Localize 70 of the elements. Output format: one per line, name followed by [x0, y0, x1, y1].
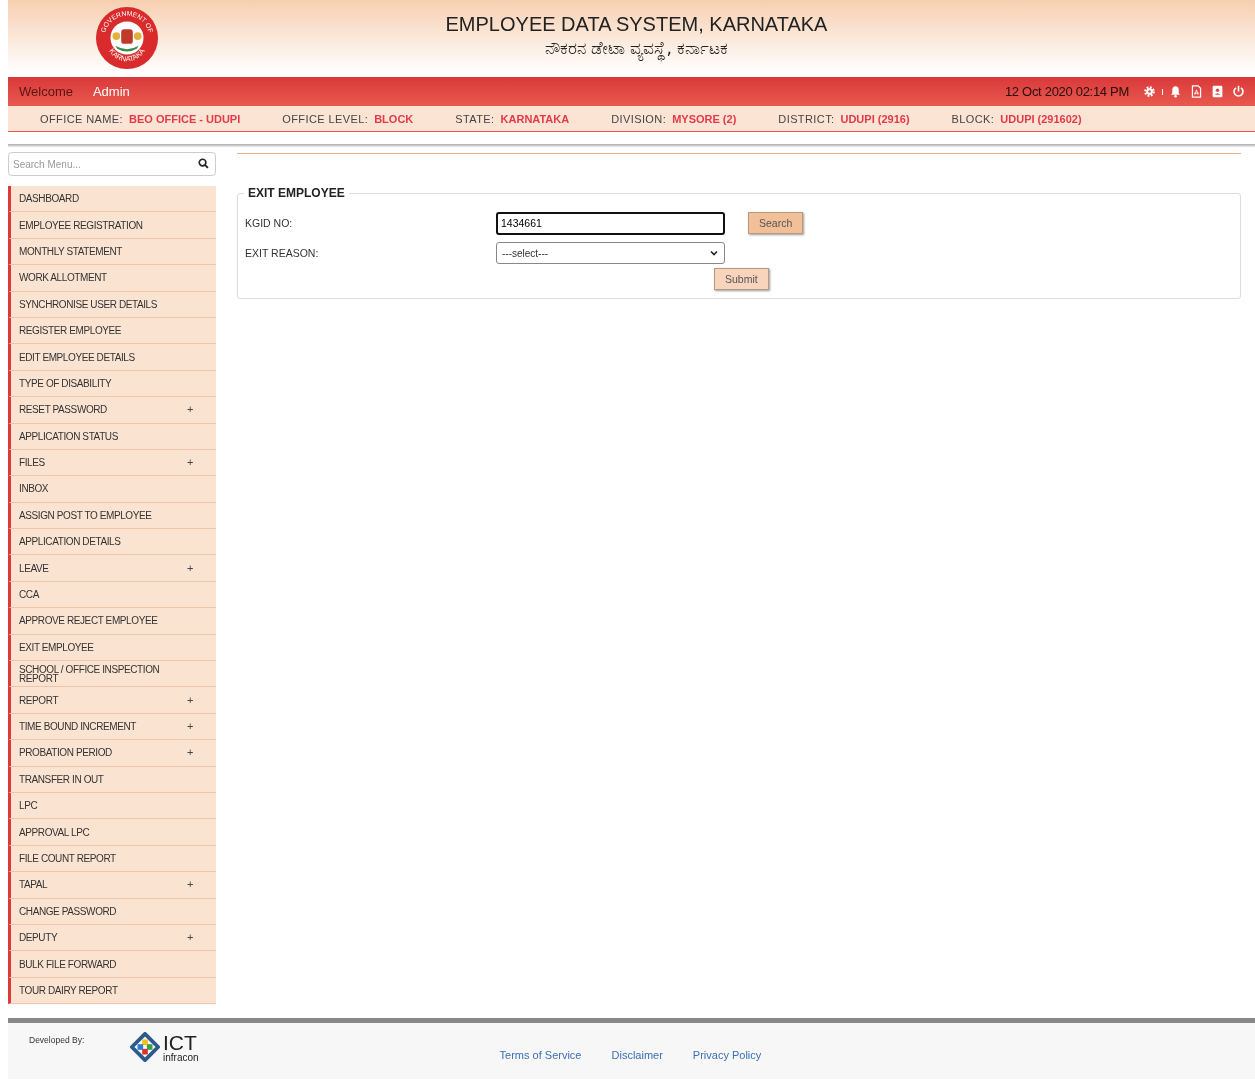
info-value: BLOCK: [374, 112, 414, 125]
menu-item[interactable]: SYNCHRONISE USER DETAILS: [8, 291, 216, 318]
menu-item[interactable]: RESET PASSWORD +: [8, 397, 216, 424]
company-subname: infracon: [163, 1052, 199, 1063]
submit-button[interactable]: Submit: [714, 268, 769, 290]
developed-by-text: Developed By:: [29, 1035, 86, 1047]
field-label: KGID NO:: [245, 217, 294, 229]
menu-item[interactable]: APPLICATION DETAILS: [8, 529, 216, 556]
menu-item[interactable]: INBOX: [8, 476, 216, 503]
footer-link[interactable]: Disclaimer: [611, 1049, 663, 1079]
info-label: OFFICE LEVEL:: [282, 112, 369, 125]
pdf-icon[interactable]: [1190, 85, 1203, 98]
footer-link[interactable]: Terms of Service: [499, 1049, 582, 1079]
menu-item[interactable]: FILES +: [8, 449, 216, 477]
site-title: EMPLOYEE DATA SYSTEM, KARNATAKA: [445, 12, 828, 36]
menu-item[interactable]: TYPE OF DISABILITY: [8, 370, 216, 398]
menu-item[interactable]: REPORT +: [8, 687, 216, 714]
contact-card-icon[interactable]: [1211, 85, 1224, 98]
menu-item[interactable]: LEAVE +: [8, 555, 216, 582]
menu-item[interactable]: REGISTER EMPLOYEE: [8, 317, 216, 345]
menu-item[interactable]: SCHOOL / OFFICE INSPECTION REPORT: [8, 661, 216, 688]
search-button[interactable]: Search: [748, 212, 804, 234]
menu-item[interactable]: DASHBOARD: [8, 186, 216, 213]
menu-item[interactable]: BULK FILE FORWARD: [8, 951, 216, 978]
info-label: STATE:: [455, 112, 495, 125]
menu-item[interactable]: TRANSFER IN OUT: [8, 766, 216, 793]
menu-item[interactable]: EDIT EMPLOYEE DETAILS: [8, 344, 216, 371]
field-label: EXIT REASON:: [245, 247, 320, 259]
settings-icon[interactable]: [1143, 85, 1156, 98]
menu-item[interactable]: TAPAL +: [8, 872, 216, 899]
menu-item[interactable]: TIME BOUND INCREMENT +: [8, 713, 216, 741]
menu-item[interactable]: FILE COUNT REPORT: [8, 845, 216, 873]
menu-item[interactable]: APPROVE REJECT EMPLOYEE: [8, 608, 216, 635]
info-label: DIVISION:: [611, 112, 667, 125]
menu-item[interactable]: CHANGE PASSWORD: [8, 898, 216, 925]
menu-item[interactable]: WORK ALLOTMENT: [8, 265, 216, 292]
menu-item[interactable]: DEPUTY +: [8, 924, 216, 952]
site-subtitle: ನೌಕರನ ಡೇಟಾ ವ್ಯವಸ್ಥೆ, ಕರ್ನಾಟಕ: [445, 36, 828, 60]
company-logo-icon: [130, 1032, 160, 1062]
chevron-down-icon[interactable]: [709, 248, 719, 258]
menu-item[interactable]: CCA: [8, 581, 216, 609]
exit-reason-dropdown[interactable]: ---select---: [496, 242, 725, 264]
info-value: BEO OFFICE - UDUPI: [129, 112, 241, 125]
info-label: OFFICE NAME:: [40, 112, 124, 125]
power-icon[interactable]: [1232, 85, 1245, 98]
menu-item[interactable]: PROBATION PERIOD +: [8, 740, 216, 767]
menu-item[interactable]: EMPLOYEE REGISTRATION: [8, 212, 216, 239]
info-value: MYSORE (2): [672, 112, 737, 125]
menu-item[interactable]: EXIT EMPLOYEE: [8, 634, 216, 662]
menu-item[interactable]: APPROVAL LPC: [8, 819, 216, 846]
welcome-text: Welcome: [19, 84, 73, 99]
info-value: KARNATAKA: [500, 112, 570, 125]
company-name: ICT: [163, 1031, 197, 1053]
info-value: UDUPI (291602): [1000, 112, 1082, 125]
info-value: UDUPI (2916): [840, 112, 910, 125]
menu-item[interactable]: MONTHLY STATEMENT: [8, 238, 216, 266]
menu-item[interactable]: ASSIGN POST TO EMPLOYEE: [8, 502, 216, 530]
menu-item[interactable]: LPC: [8, 793, 216, 820]
kgid-input-field[interactable]: 1434661: [496, 211, 725, 235]
info-label: DISTRICT:: [778, 112, 835, 125]
notification-icon[interactable]: [1169, 85, 1182, 98]
info-label: BLOCK:: [951, 112, 995, 125]
user-name: Admin: [92, 84, 130, 99]
menu-item[interactable]: TOUR DAIRY REPORT: [8, 977, 216, 1005]
search-field[interactable]: Search Menu...: [8, 152, 216, 176]
search-icon[interactable]: [198, 158, 209, 169]
form-title: EXIT EMPLOYEE: [244, 186, 349, 200]
footer-link[interactable]: Privacy Policy: [692, 1049, 762, 1079]
menu-item[interactable]: APPLICATION STATUS: [8, 423, 216, 450]
date-time: 12 Oct 2020 02:14 PM: [1004, 84, 1129, 99]
